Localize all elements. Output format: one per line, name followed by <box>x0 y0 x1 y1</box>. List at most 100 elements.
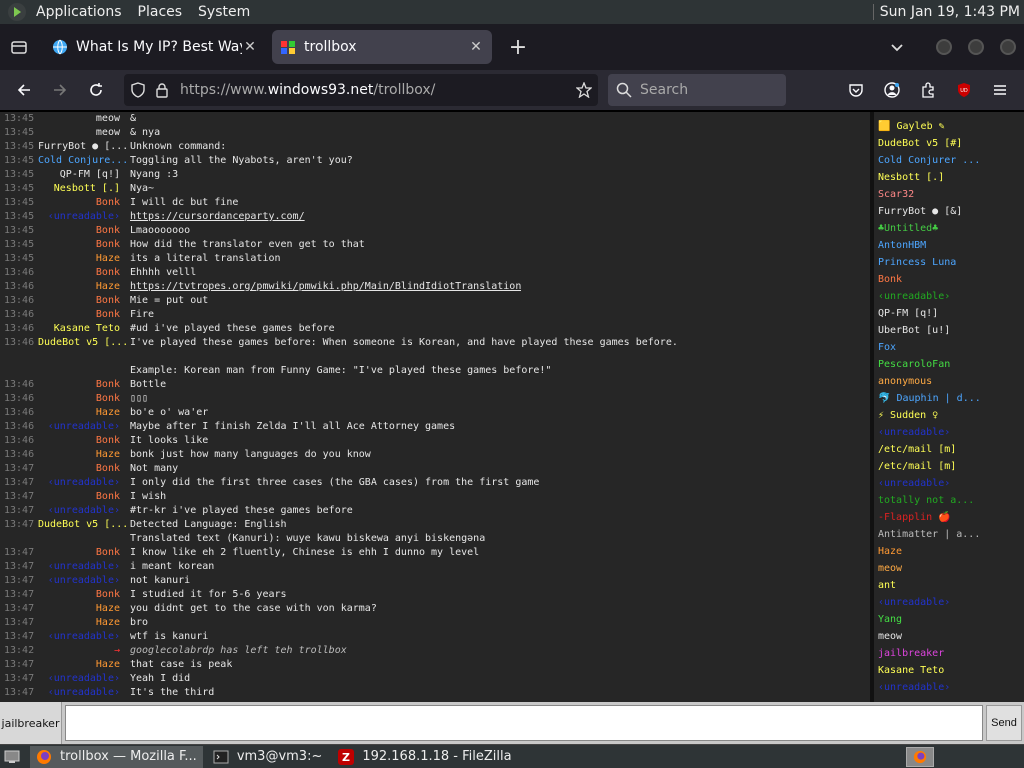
user-list-item[interactable]: Scar32 <box>878 186 1024 203</box>
chat-log[interactable]: 13:45 meow & 13:45 meow & nya 13:45 FurryBot ● … <box>0 112 870 702</box>
message-nick[interactable]: Bonk <box>38 462 126 476</box>
shield-icon[interactable] <box>130 82 146 98</box>
user-list-item[interactable]: Fox <box>878 339 1024 356</box>
user-list-item[interactable]: -Flapplin 🍎 <box>878 509 1024 526</box>
user-list-item[interactable]: jailbreaker <box>878 645 1024 662</box>
user-list-item[interactable]: ant <box>878 577 1024 594</box>
message-nick[interactable]: ‹unreadable› <box>38 210 126 224</box>
user-list-item[interactable]: Haze <box>878 543 1024 560</box>
message-nick[interactable]: ‹unreadable› <box>38 476 126 490</box>
workspace-switcher[interactable] <box>906 746 934 767</box>
new-tab-button[interactable]: + <box>502 31 534 63</box>
message-nick[interactable]: Haze <box>38 602 126 616</box>
menu-button[interactable] <box>982 72 1018 108</box>
gnome-menu-icon[interactable] <box>8 3 26 21</box>
message-nick[interactable]: Cold Conjure... <box>38 154 126 168</box>
maximize-button[interactable] <box>968 39 984 55</box>
task-firefox[interactable]: trollbox — Mozilla F... <box>30 745 203 768</box>
close-icon[interactable]: ✕ <box>468 39 484 55</box>
message-nick[interactable]: Bonk <box>38 588 126 602</box>
url-text[interactable]: https://www.windows93.net/trollbox/ <box>180 82 576 98</box>
user-list-item[interactable]: /etc/mail [m] <box>878 441 1024 458</box>
extensions-button[interactable] <box>910 72 946 108</box>
user-list-item[interactable]: 🟨 Gayleb ✎ <box>878 118 1024 135</box>
message-nick[interactable]: ‹unreadable› <box>38 560 126 574</box>
task-filezilla[interactable]: Z 192.168.1.18 - FileZilla <box>332 746 517 768</box>
lock-icon[interactable] <box>154 82 170 98</box>
message-nick[interactable]: Haze <box>38 406 126 420</box>
message-nick[interactable]: ‹unreadable› <box>38 504 126 518</box>
user-list-item[interactable]: Yang <box>878 611 1024 628</box>
user-list[interactable]: 🟨 Gayleb ✎ DudeBot v5 [#] Cold Conjurer ..… <box>874 112 1024 702</box>
tab-trollbox[interactable]: trollbox ✕ <box>272 30 492 64</box>
user-list-item[interactable]: FurryBot ● [&] <box>878 203 1024 220</box>
places-menu[interactable]: Places <box>130 0 191 24</box>
send-button[interactable]: Send <box>986 705 1022 741</box>
message-nick[interactable]: Haze <box>38 658 126 672</box>
user-list-item[interactable]: meow <box>878 560 1024 577</box>
user-list-item[interactable]: PescaroloFan <box>878 356 1024 373</box>
message-nick[interactable]: Bonk <box>38 308 126 322</box>
user-list-item[interactable]: anonymous <box>878 373 1024 390</box>
reload-button[interactable] <box>78 72 114 108</box>
message-nick[interactable]: Bonk <box>38 224 126 238</box>
user-list-item[interactable]: /etc/mail [m] <box>878 458 1024 475</box>
message-nick[interactable]: Haze <box>38 280 126 294</box>
user-list-item[interactable]: ‹unreadable› <box>878 679 1024 696</box>
user-list-item[interactable]: Kasane Teto <box>878 662 1024 679</box>
message-nick[interactable]: Bonk <box>38 238 126 252</box>
message-nick[interactable]: Haze <box>38 252 126 266</box>
user-list-item[interactable]: UberBot [u!] <box>878 322 1024 339</box>
user-list-item[interactable]: Bonk <box>878 271 1024 288</box>
user-list-item[interactable]: AntonHBM <box>878 237 1024 254</box>
system-menu[interactable]: System <box>190 0 258 24</box>
url-bar[interactable]: https://www.windows93.net/trollbox/ <box>124 74 598 106</box>
message-nick[interactable]: Bonk <box>38 294 126 308</box>
message-nick[interactable]: ‹unreadable› <box>38 672 126 686</box>
user-list-item[interactable]: meow <box>878 628 1024 645</box>
message-nick[interactable]: Bonk <box>38 434 126 448</box>
message-nick[interactable]: DudeBot v5 [... <box>38 518 126 532</box>
nickname-button[interactable]: jailbreaker <box>0 702 62 744</box>
message-nick[interactable]: Bonk <box>38 196 126 210</box>
message-nick[interactable]: Haze <box>38 448 126 462</box>
message-nick[interactable]: Bonk <box>38 490 126 504</box>
user-list-item[interactable]: Nesbott [.] <box>878 169 1024 186</box>
applications-menu[interactable]: Applications <box>28 0 130 24</box>
back-button[interactable] <box>6 72 42 108</box>
message-nick[interactable]: Bonk <box>38 378 126 392</box>
message-nick[interactable]: Bonk <box>38 546 126 560</box>
account-button[interactable] <box>874 72 910 108</box>
star-icon[interactable] <box>576 82 592 98</box>
close-icon[interactable]: ✕ <box>242 39 258 55</box>
ublock-button[interactable]: UD <box>946 72 982 108</box>
message-nick[interactable]: Bonk <box>38 392 126 406</box>
message-nick[interactable]: ‹unreadable› <box>38 630 126 644</box>
forward-button[interactable] <box>42 72 78 108</box>
message-nick[interactable]: FurryBot ● [... <box>38 140 126 154</box>
message-nick[interactable]: ‹unreadable› <box>38 686 126 700</box>
user-list-item[interactable]: QP-FM [q!] <box>878 305 1024 322</box>
message-nick[interactable]: meow <box>38 112 126 126</box>
user-list-item[interactable]: ⚡ Sudden ♀ <box>878 407 1024 424</box>
user-list-item[interactable]: Antimatter | a... <box>878 526 1024 543</box>
close-window-button[interactable] <box>1000 39 1016 55</box>
user-list-item[interactable]: Princess Luna <box>878 254 1024 271</box>
pocket-button[interactable] <box>838 72 874 108</box>
firefox-view-button[interactable] <box>0 24 38 70</box>
message-nick[interactable]: DudeBot v5 [... <box>38 336 126 350</box>
message-nick[interactable]: QP-FM [q!] <box>38 168 126 182</box>
message-nick[interactable]: Haze <box>38 616 126 630</box>
user-list-item[interactable]: totally not a... <box>878 492 1024 509</box>
message-link[interactable]: https://tvtropes.org/pmwiki/pmwiki.php/M… <box>126 280 521 294</box>
user-list-item[interactable]: DudeBot v5 [#] <box>878 135 1024 152</box>
message-nick[interactable]: ‹unreadable› <box>38 574 126 588</box>
list-all-tabs-button[interactable] <box>882 40 912 54</box>
user-list-item[interactable]: 🐬 Dauphin | d... <box>878 390 1024 407</box>
tab-whatismyip[interactable]: What Is My IP? Best Way To ✕ <box>44 30 266 64</box>
user-list-item[interactable]: ‹unreadable› <box>878 594 1024 611</box>
task-terminal[interactable]: vm3@vm3:~ <box>207 746 329 768</box>
message-nick[interactable]: Bonk <box>38 266 126 280</box>
user-list-item[interactable]: ‹unreadable› <box>878 288 1024 305</box>
message-nick[interactable]: meow <box>38 126 126 140</box>
